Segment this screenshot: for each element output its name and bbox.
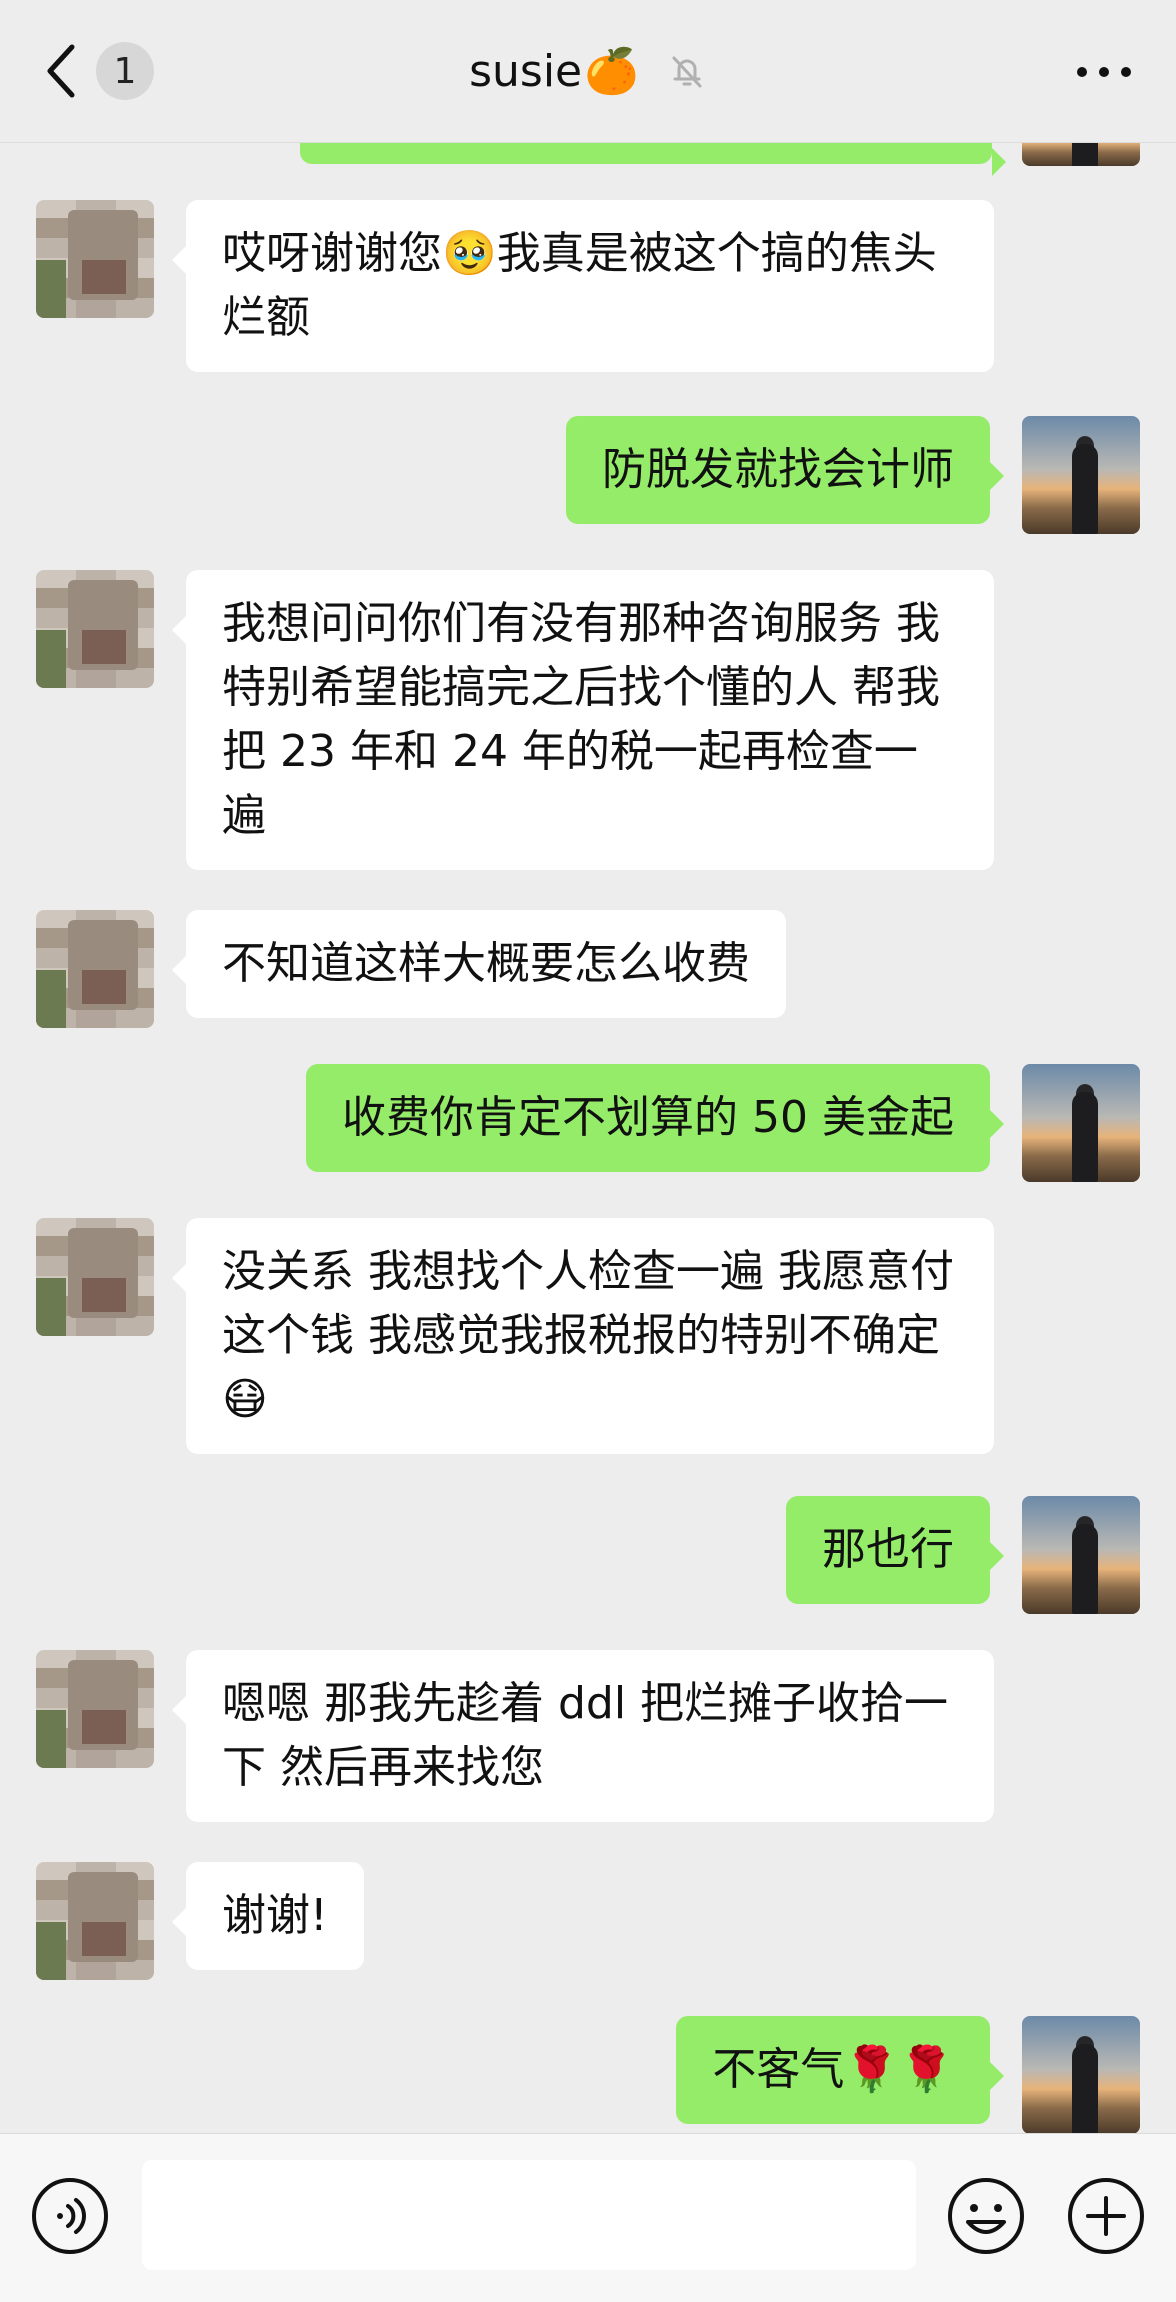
voice-button[interactable] — [30, 2176, 110, 2256]
more-options-button[interactable] — [1072, 40, 1136, 104]
message-bubble-out[interactable]: 防脱发就找会计师 — [566, 416, 1004, 524]
message-bubble-in[interactable]: 嗯嗯 那我先趁着 ddl 把烂摊子收拾一下 然后再来找您 — [172, 1650, 994, 1822]
message-bubble-out[interactable]: 那也行 — [786, 1496, 1004, 1604]
avatar-contact[interactable] — [36, 910, 154, 1028]
voice-icon — [32, 2178, 108, 2254]
message-bubble-out[interactable] — [300, 142, 1006, 176]
avatar-self[interactable] — [1022, 2016, 1140, 2134]
message-list[interactable]: 哎呀谢谢您🥹我真是被这个搞的焦头烂额 防脱发就找会计师 我想问问你们有没有那种咨… — [0, 142, 1176, 2134]
chat-header: 1 susie 🍊 — [0, 0, 1176, 143]
message-bubble-out[interactable]: 收费你肯定不划算的 50 美金起 — [306, 1064, 1004, 1172]
avatar-contact[interactable] — [36, 1862, 154, 1980]
avatar-contact[interactable] — [36, 570, 154, 688]
input-bar — [0, 2133, 1176, 2302]
avatar-contact[interactable] — [36, 1218, 154, 1336]
avatar-contact[interactable] — [36, 200, 154, 318]
avatar-self[interactable] — [1022, 1496, 1140, 1614]
emoji-button[interactable] — [946, 2176, 1026, 2256]
message-bubble-in[interactable]: 谢谢! — [172, 1862, 364, 1970]
avatar-self[interactable] — [1022, 416, 1140, 534]
title-emoji: 🍊 — [584, 46, 639, 97]
message-bubble-in[interactable]: 我想问问你们有没有那种咨询服务 我特别希望能搞完之后找个懂的人 帮我把 23 年… — [172, 570, 994, 870]
smiley-icon — [948, 2178, 1024, 2254]
message-bubble-in[interactable]: 哎呀谢谢您🥹我真是被这个搞的焦头烂额 — [172, 200, 994, 372]
message-input[interactable] — [142, 2160, 916, 2270]
plus-button[interactable] — [1066, 2176, 1146, 2256]
bell-muted-icon — [672, 56, 702, 88]
avatar-contact[interactable] — [36, 1650, 154, 1768]
message-bubble-in[interactable]: 不知道这样大概要怎么收费 — [172, 910, 786, 1018]
message-bubble-in[interactable]: 没关系 我想找个人检查一遍 我愿意付这个钱 我感觉我报税报的特别不确定😷 — [172, 1218, 994, 1454]
avatar-self[interactable] — [1022, 142, 1140, 166]
chat-title: susie — [469, 45, 583, 97]
more-dots-icon — [1077, 67, 1131, 77]
avatar-self[interactable] — [1022, 1064, 1140, 1182]
message-bubble-out[interactable]: 不客气🌹🌹 — [676, 2016, 1004, 2124]
plus-icon — [1068, 2178, 1144, 2254]
chat-title-area: susie 🍊 — [0, 38, 1176, 104]
